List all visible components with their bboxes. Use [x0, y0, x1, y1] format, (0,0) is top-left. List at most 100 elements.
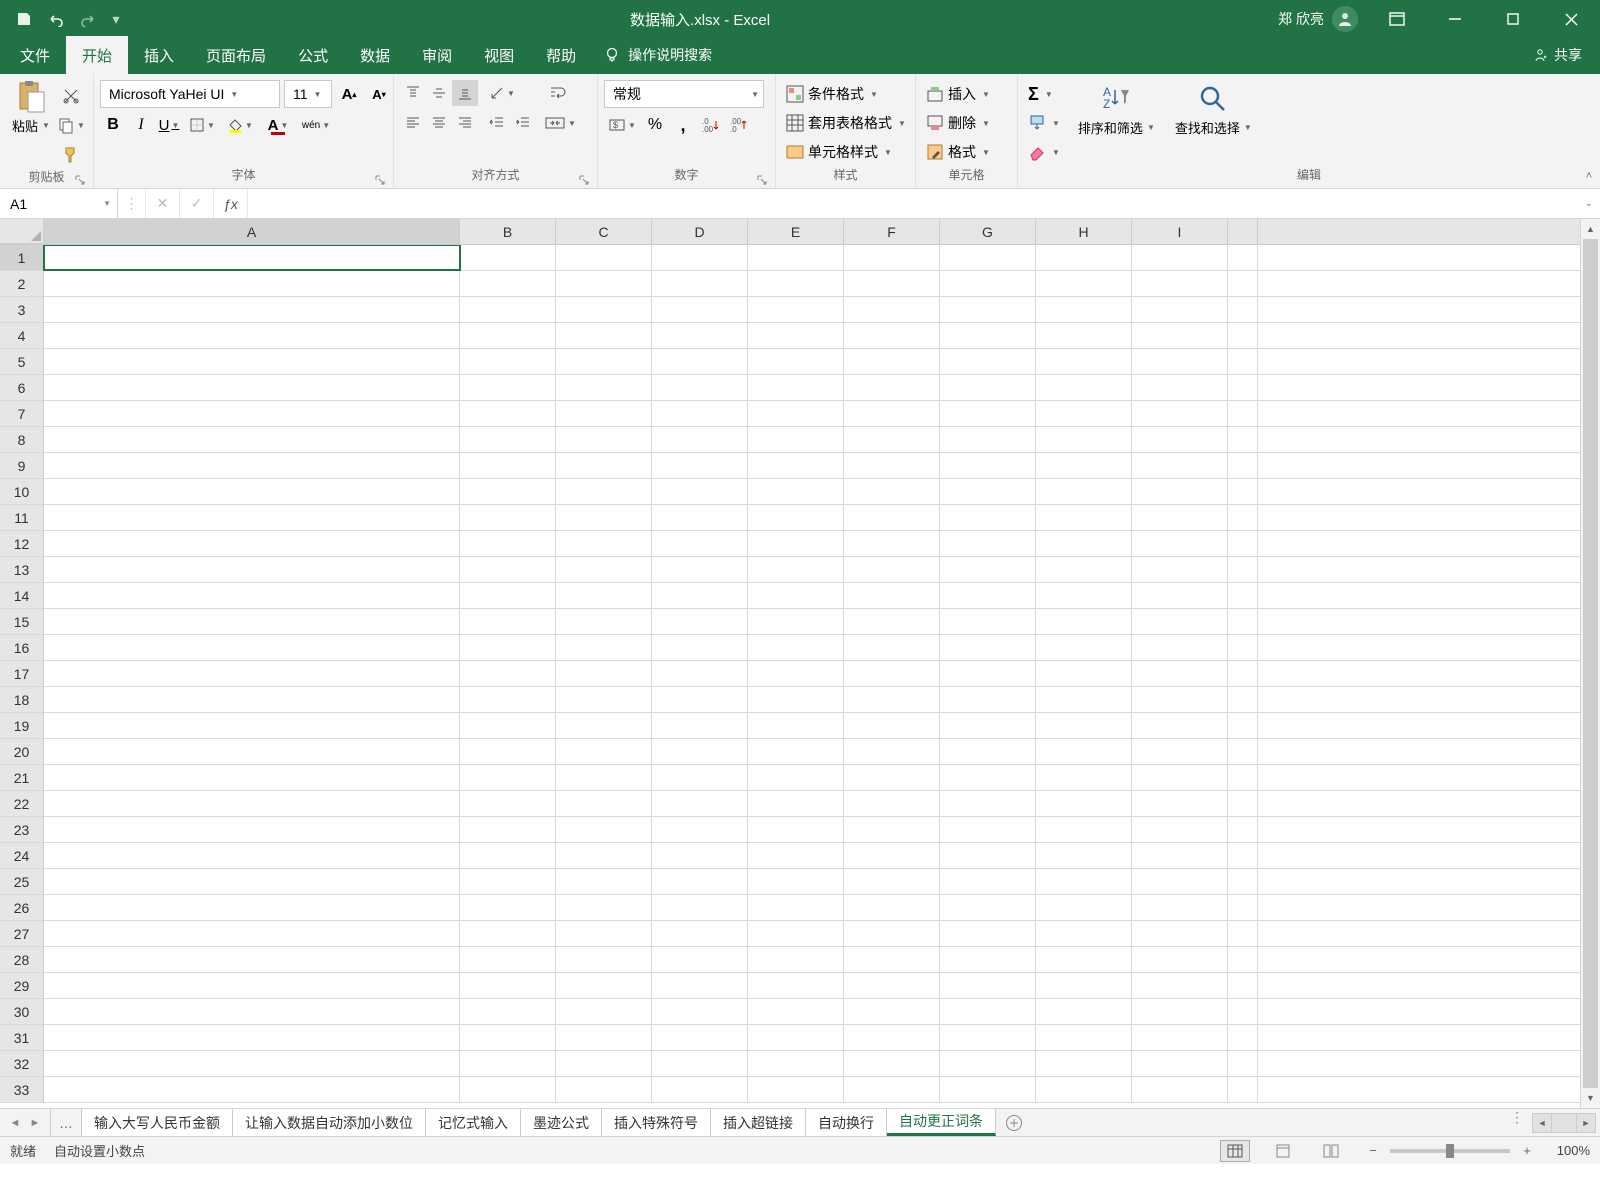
- cell[interactable]: [460, 635, 556, 660]
- cell[interactable]: [556, 349, 652, 374]
- row-header-6[interactable]: 6: [0, 375, 44, 400]
- cell[interactable]: [1228, 921, 1258, 946]
- scroll-down-button[interactable]: ▼: [1581, 1088, 1600, 1108]
- cell[interactable]: [652, 375, 748, 400]
- row-header-12[interactable]: 12: [0, 531, 44, 556]
- cell[interactable]: [1228, 687, 1258, 712]
- row-header-15[interactable]: 15: [0, 609, 44, 634]
- border-button[interactable]: ▼: [184, 112, 220, 138]
- cell[interactable]: [556, 427, 652, 452]
- cell[interactable]: [1036, 427, 1132, 452]
- sheet-tab[interactable]: 让输入数据自动添加小数位: [233, 1109, 426, 1136]
- cell[interactable]: [748, 661, 844, 686]
- cell[interactable]: [844, 739, 940, 764]
- cell[interactable]: [940, 791, 1036, 816]
- cell[interactable]: [1132, 427, 1228, 452]
- cell[interactable]: [940, 297, 1036, 322]
- cell[interactable]: [556, 687, 652, 712]
- cell[interactable]: [556, 713, 652, 738]
- cell[interactable]: [1132, 479, 1228, 504]
- cell[interactable]: [652, 479, 748, 504]
- format-painter-button[interactable]: [56, 140, 86, 168]
- tab-data[interactable]: 数据: [344, 36, 406, 74]
- cell[interactable]: [556, 739, 652, 764]
- cell[interactable]: [1132, 661, 1228, 686]
- cell[interactable]: [1228, 947, 1258, 972]
- cell[interactable]: [44, 609, 460, 634]
- cell[interactable]: [748, 609, 844, 634]
- cell[interactable]: [44, 791, 460, 816]
- cell[interactable]: [44, 349, 460, 374]
- col-header-E[interactable]: E: [748, 219, 844, 244]
- cell[interactable]: [1036, 895, 1132, 920]
- cell[interactable]: [1036, 765, 1132, 790]
- tab-view[interactable]: 视图: [468, 36, 530, 74]
- align-middle-button[interactable]: [426, 80, 452, 106]
- cell[interactable]: [460, 479, 556, 504]
- cell[interactable]: [1228, 1077, 1258, 1102]
- cell[interactable]: [1228, 661, 1258, 686]
- row-header-29[interactable]: 29: [0, 973, 44, 998]
- cell[interactable]: [44, 505, 460, 530]
- zoom-out-button[interactable]: −: [1364, 1143, 1382, 1158]
- cell[interactable]: [460, 375, 556, 400]
- cell[interactable]: [1036, 661, 1132, 686]
- align-left-button[interactable]: [400, 110, 426, 136]
- row-header-18[interactable]: 18: [0, 687, 44, 712]
- cell[interactable]: [44, 895, 460, 920]
- cell[interactable]: [844, 869, 940, 894]
- cell[interactable]: [460, 531, 556, 556]
- cell[interactable]: [652, 1025, 748, 1050]
- cell[interactable]: [844, 1077, 940, 1102]
- sheet-options-icon[interactable]: ⋮: [1510, 1109, 1532, 1136]
- cell[interactable]: [556, 999, 652, 1024]
- cell[interactable]: [1228, 297, 1258, 322]
- cell[interactable]: [1132, 505, 1228, 530]
- cell[interactable]: [748, 947, 844, 972]
- cell[interactable]: [940, 843, 1036, 868]
- cell[interactable]: [1228, 791, 1258, 816]
- cell[interactable]: [460, 323, 556, 348]
- cell[interactable]: [1132, 375, 1228, 400]
- cell[interactable]: [748, 557, 844, 582]
- cell[interactable]: [844, 479, 940, 504]
- cell[interactable]: [844, 375, 940, 400]
- cell[interactable]: [1036, 349, 1132, 374]
- cell[interactable]: [844, 271, 940, 296]
- cell[interactable]: [1036, 1077, 1132, 1102]
- cell[interactable]: [940, 635, 1036, 660]
- cell[interactable]: [844, 557, 940, 582]
- cell[interactable]: [748, 791, 844, 816]
- cell[interactable]: [1132, 765, 1228, 790]
- cell[interactable]: [556, 973, 652, 998]
- cell[interactable]: [940, 973, 1036, 998]
- enter-formula-button[interactable]: ✓: [180, 189, 214, 218]
- qat-customize-icon[interactable]: ▾: [110, 11, 122, 28]
- row-header-31[interactable]: 31: [0, 1025, 44, 1050]
- cell[interactable]: [460, 427, 556, 452]
- cell[interactable]: [44, 557, 460, 582]
- cell[interactable]: [556, 895, 652, 920]
- row-header-26[interactable]: 26: [0, 895, 44, 920]
- paste-button[interactable]: 粘贴▼: [6, 78, 56, 137]
- cell[interactable]: [1132, 921, 1228, 946]
- cell[interactable]: [844, 401, 940, 426]
- row-header-28[interactable]: 28: [0, 947, 44, 972]
- cell[interactable]: [1036, 557, 1132, 582]
- increase-decimal-button[interactable]: .0.00: [698, 112, 724, 138]
- cell[interactable]: [1036, 245, 1132, 270]
- row-header-10[interactable]: 10: [0, 479, 44, 504]
- cell[interactable]: [460, 947, 556, 972]
- cell[interactable]: [844, 297, 940, 322]
- cell[interactable]: [1036, 479, 1132, 504]
- ribbon-display-button[interactable]: [1368, 0, 1426, 38]
- cell[interactable]: [748, 531, 844, 556]
- cell[interactable]: [44, 843, 460, 868]
- cell[interactable]: [556, 765, 652, 790]
- row-header-21[interactable]: 21: [0, 765, 44, 790]
- cell[interactable]: [460, 245, 556, 270]
- cell[interactable]: [844, 1025, 940, 1050]
- cell[interactable]: [44, 297, 460, 322]
- find-select-button[interactable]: 查找和选择▼: [1169, 80, 1258, 139]
- cell[interactable]: [748, 1077, 844, 1102]
